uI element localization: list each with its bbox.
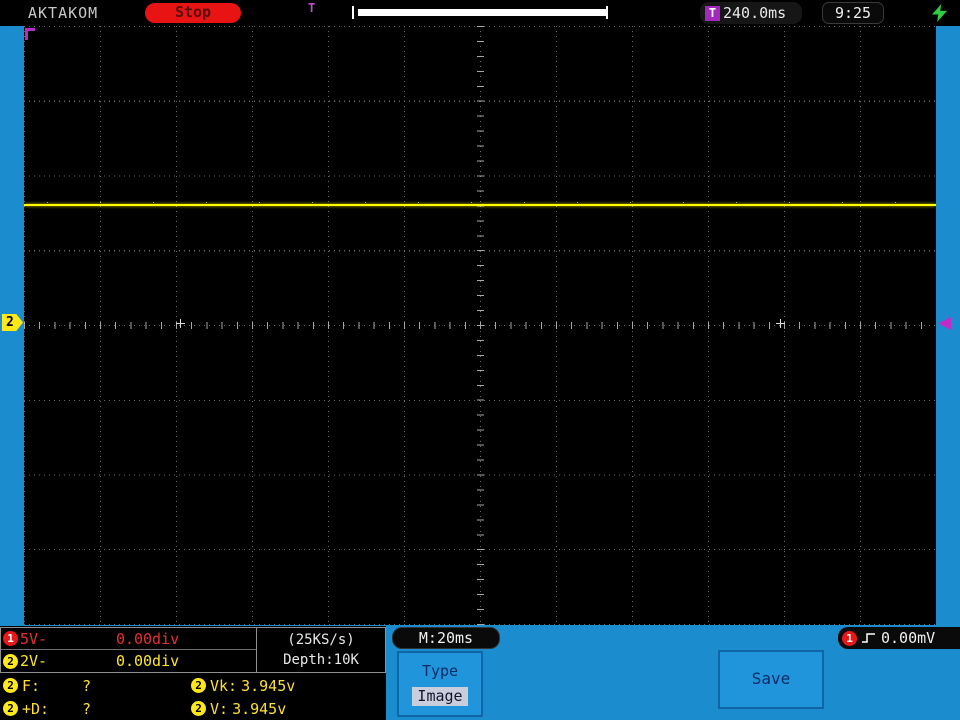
meas-label: F: xyxy=(22,676,41,695)
ch2-badge-icon: 2 xyxy=(3,701,18,716)
ch1-info-row: 1 5V- 0.00div xyxy=(1,628,256,650)
ch2-badge-icon: 2 xyxy=(3,653,18,669)
trigger-level-badge: 1 0.00mV xyxy=(838,627,960,649)
timebase-badge: M:20ms xyxy=(392,627,500,649)
acquisition-info-box: (25KS/s) Depth:10K xyxy=(256,627,386,673)
clock: 9:25 xyxy=(822,2,884,24)
meas-value: ? xyxy=(82,676,92,695)
ch2-ground-level-marker[interactable]: 2 xyxy=(2,314,23,331)
type-button-value[interactable]: Image xyxy=(412,687,468,706)
trigger-level-arrow[interactable] xyxy=(938,317,951,330)
trigger-level-value: 0.00mV xyxy=(881,629,936,647)
memory-window-fill xyxy=(358,9,606,16)
meas-label: +D: xyxy=(22,699,50,718)
center-vertical-axis xyxy=(477,26,484,625)
type-menu-button[interactable]: Type Image xyxy=(397,651,483,717)
channel-info-panel: 1 5V- 0.00div 2 2V- 0.00div (25KS/s) Dep… xyxy=(0,626,386,720)
memory-depth: Depth:10K xyxy=(283,652,359,668)
rising-edge-icon xyxy=(862,633,875,643)
ch1-badge-icon: 1 xyxy=(842,630,857,646)
meas-value: 3.945v xyxy=(241,676,296,695)
measurement-frequency: 2 F: ? xyxy=(0,674,188,697)
trigger-time-value: 240.0ms xyxy=(723,4,787,22)
ch2-badge-icon: 2 xyxy=(191,678,206,693)
waveform-trace-ch2 xyxy=(24,202,936,206)
ch1-badge-icon: 1 xyxy=(3,631,18,646)
graticule-cross-left xyxy=(176,319,185,328)
meas-value: 3.945v xyxy=(232,699,287,718)
meas-label: Vk: xyxy=(210,676,238,695)
meas-value: ? xyxy=(82,699,92,718)
type-button-title: Type xyxy=(421,662,459,680)
ch2-offset: 0.00div xyxy=(115,652,180,670)
ch1-scale: 5V- xyxy=(20,629,48,648)
trigger-corner-marker xyxy=(25,28,35,40)
measurement-voltage: 2 V: 3.945v xyxy=(188,697,386,720)
ch2-scale: 2V- xyxy=(20,652,48,670)
top-status-bar: AKTAKOM Stop T T 240.0ms 9:25 xyxy=(0,0,960,26)
ch1-offset: 0.00div xyxy=(115,629,180,648)
save-button[interactable]: Save xyxy=(718,650,824,709)
sample-rate: (25KS/s) xyxy=(287,632,355,648)
trigger-t-icon: T xyxy=(705,5,720,21)
graticule-cross-right xyxy=(776,319,785,328)
memory-window-bar xyxy=(352,6,608,19)
trigger-time-badge: T 240.0ms xyxy=(700,2,802,24)
trigger-position-marker: T xyxy=(308,1,316,15)
channel-scale-box: 1 5V- 0.00div 2 2V- 0.00div xyxy=(0,627,257,673)
brand-logo: AKTAKOM xyxy=(28,4,99,22)
usb-status-icon xyxy=(932,4,947,22)
measurement-duty: 2 +D: ? xyxy=(0,697,188,720)
ch2-info-row: 2 2V- 0.00div xyxy=(1,650,256,672)
meas-label: V: xyxy=(210,699,229,718)
oscilloscope-screen: { "colors": { "bg_blue": "#1B8CCE", "tra… xyxy=(0,0,960,720)
waveform-display xyxy=(24,26,936,625)
measurement-vk: 2 Vk: 3.945v xyxy=(188,674,386,697)
run-state-badge: Stop xyxy=(145,3,241,23)
measurement-readouts: 2 F: ? 2 Vk: 3.945v 2 +D: ? 2 V: 3.945v xyxy=(0,674,386,720)
ch2-badge-icon: 2 xyxy=(191,701,206,716)
ch2-badge-icon: 2 xyxy=(3,678,18,693)
